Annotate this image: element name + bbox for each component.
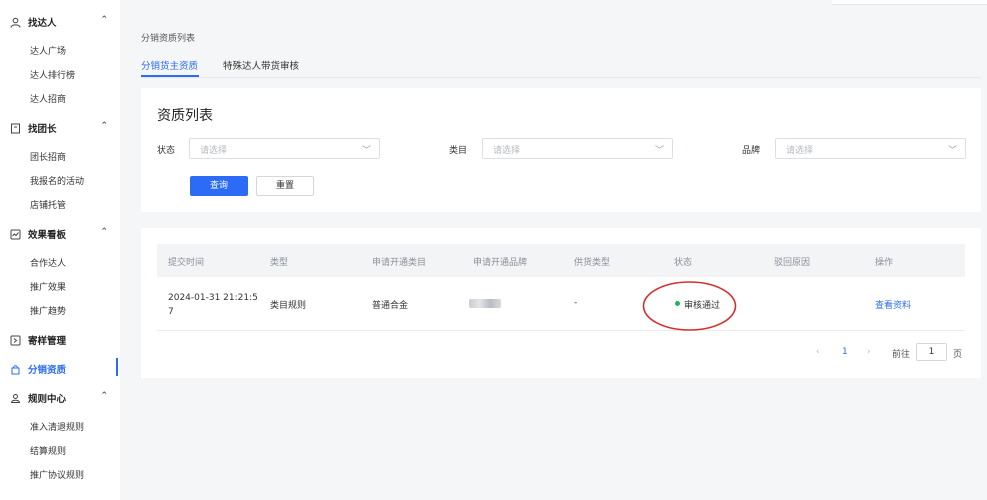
supply-type-cell: - xyxy=(574,298,578,308)
pagination-prev[interactable]: ‹ xyxy=(816,347,820,357)
tabs: 分销货主资质 特殊达人带货审核 xyxy=(141,58,981,78)
tab-active-underline xyxy=(141,75,199,77)
column-header: 申请开通类目 xyxy=(372,258,427,268)
column-header: 驳回原因 xyxy=(774,258,811,268)
table-card: 提交时间 类型 申请开通类目 申请开通品牌 供货类型 状态 驳回原因 操作 20… xyxy=(141,228,981,378)
sidebar-item[interactable]: 结算规则 xyxy=(30,444,66,457)
active-indicator xyxy=(116,358,118,376)
sidebar-item[interactable]: 准入清退规则 xyxy=(30,420,84,433)
sample-icon xyxy=(10,335,21,346)
column-header: 类型 xyxy=(270,258,289,268)
reset-button[interactable]: 重置 xyxy=(256,176,314,196)
filter-card: 资质列表 状态 请选择 ﹀ 类目 请选择 ﹀ 品牌 请选择 ﹀ 查询 重置 xyxy=(141,88,981,212)
sidebar-item[interactable]: 达人广场 xyxy=(30,44,66,57)
view-details-link[interactable]: 查看资料 xyxy=(875,298,911,311)
query-button[interactable]: 查询 xyxy=(190,176,248,196)
status-label: 状态 xyxy=(157,146,176,156)
sidebar-group-distribution-qualification[interactable]: 分销资质 xyxy=(10,362,108,376)
column-header: 供货类型 xyxy=(574,258,611,268)
sidebar-item[interactable]: 团长招商 xyxy=(30,150,66,163)
category-label: 类目 xyxy=(449,146,468,156)
sidebar-item[interactable]: 店铺托管 xyxy=(30,198,66,211)
sidebar-group-dashboard[interactable]: 效果看板 ⌃ xyxy=(10,227,108,241)
chevron-up-icon: ⌃ xyxy=(100,15,108,25)
sidebar-group-rules-center[interactable]: 规则中心 ⌃ xyxy=(10,391,108,405)
page-title: 资质列表 xyxy=(157,108,213,124)
sidebar: 找达人 ⌃ 达人广场 达人排行榜 达人招商 找团长 ⌃ 团长招商 我报名的活动 … xyxy=(0,0,120,500)
rules-icon xyxy=(10,393,21,404)
brand-cell-redacted xyxy=(469,299,501,308)
type-cell: 类目规则 xyxy=(270,301,307,311)
pagination-next[interactable]: › xyxy=(867,347,871,357)
sidebar-group-label: 找团长 xyxy=(28,124,57,135)
sidebar-group-label: 找达人 xyxy=(28,18,57,29)
sidebar-item[interactable]: 推广协议规则 xyxy=(30,468,84,481)
sidebar-item[interactable]: 达人排行榜 xyxy=(30,68,75,81)
status-select[interactable]: 请选择 ﹀ xyxy=(189,138,380,159)
user-icon xyxy=(10,17,21,28)
sidebar-group-find-influencer[interactable]: 找达人 ⌃ xyxy=(10,15,108,29)
brand-select[interactable]: 请选择 ﹀ xyxy=(775,138,966,159)
sidebar-group-sample-management[interactable]: 寄样管理 xyxy=(10,333,108,347)
chart-icon xyxy=(10,229,21,240)
select-placeholder: 请选择 xyxy=(200,146,228,156)
chevron-down-icon: ﹀ xyxy=(361,146,371,156)
sidebar-item[interactable]: 我报名的活动 xyxy=(30,174,84,187)
category-select[interactable]: 请选择 ﹀ xyxy=(482,138,673,159)
sidebar-group-label: 效果看板 xyxy=(28,230,67,241)
sidebar-group-label: 分销资质 xyxy=(28,365,67,376)
submit-time-line: 7 xyxy=(168,307,174,317)
column-header: 提交时间 xyxy=(168,258,205,268)
column-header: 状态 xyxy=(674,258,693,268)
sidebar-item[interactable]: 达人招商 xyxy=(30,92,66,105)
chevron-down-icon: ﹀ xyxy=(947,146,957,156)
top-bar-strip xyxy=(832,0,987,5)
column-header: 操作 xyxy=(875,258,894,268)
pagination-page[interactable]: 1 xyxy=(842,347,848,357)
breadcrumb: 分销资质列表 xyxy=(141,34,196,44)
submit-time-line: 2024-01-31 21:21:5 xyxy=(168,293,258,303)
table-header: 提交时间 类型 申请开通类目 申请开通品牌 供货类型 状态 驳回原因 操作 xyxy=(157,244,965,277)
chevron-up-icon: ⌃ xyxy=(100,121,108,131)
sidebar-item[interactable]: 合作达人 xyxy=(30,256,66,269)
tab-distribution-owner[interactable]: 分销货主资质 xyxy=(141,58,198,72)
sidebar-group-label: 寄样管理 xyxy=(28,336,67,347)
sidebar-item[interactable]: 推广趋势 xyxy=(30,304,66,317)
chevron-up-icon: ⌃ xyxy=(100,227,108,237)
bag-icon xyxy=(10,364,21,375)
submit-time-cell: 2024-01-31 21:21:5 7 xyxy=(168,291,258,319)
tab-special-influencer[interactable]: 特殊达人带货审核 xyxy=(223,58,299,72)
sidebar-item[interactable]: 推广效果 xyxy=(30,280,66,293)
sidebar-group-label: 规则中心 xyxy=(28,394,67,405)
pagination-goto-label: 前往 xyxy=(892,350,911,360)
chevron-up-icon: ⌃ xyxy=(100,391,108,401)
select-placeholder: 请选择 xyxy=(493,146,521,156)
chevron-down-icon: ﹀ xyxy=(654,146,664,156)
category-cell: 普通合金 xyxy=(372,301,409,311)
flag-icon xyxy=(10,123,21,134)
annotation-circle xyxy=(642,281,737,331)
sidebar-group-find-leader[interactable]: 找团长 ⌃ xyxy=(10,121,108,135)
brand-label: 品牌 xyxy=(742,146,761,156)
pagination-suffix: 页 xyxy=(953,350,963,360)
pagination-goto-input[interactable]: 1 xyxy=(916,343,947,361)
table-row: 2024-01-31 21:21:5 7 类目规则 普通合金 - 审核通过 查看… xyxy=(157,277,965,331)
select-placeholder: 请选择 xyxy=(786,146,814,156)
column-header: 申请开通品牌 xyxy=(473,258,528,268)
